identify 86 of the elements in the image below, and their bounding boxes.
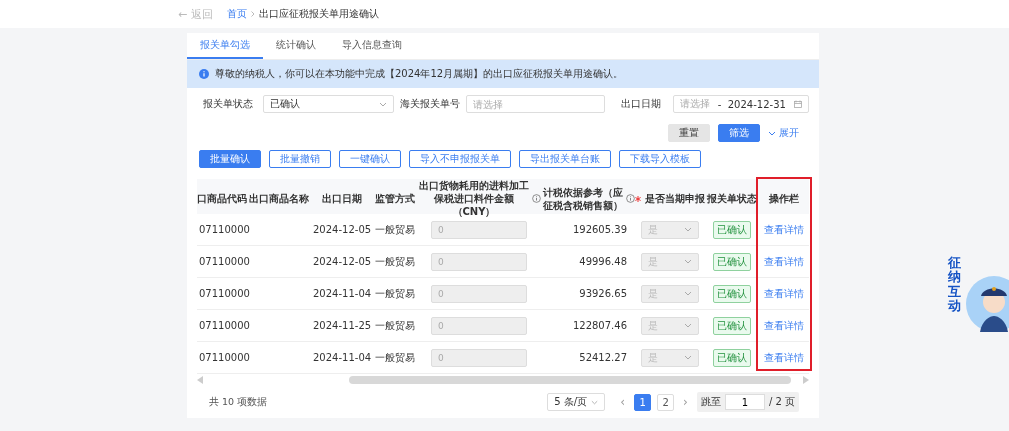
number-field[interactable]: 请选择 <box>465 95 605 113</box>
status-tag: 已确认 <box>713 252 751 271</box>
view-details-link[interactable]: 查看详情 <box>764 254 804 269</box>
table-cell-text: 一般贸易 <box>374 350 416 365</box>
column-header: 口商品代码 <box>197 192 247 205</box>
status-tag: 已确认 <box>713 316 751 335</box>
column-header: 操作栏 <box>769 192 799 205</box>
table-cell-text: 一般贸易 <box>374 254 416 269</box>
chevron-down-icon <box>768 130 776 136</box>
filter-button[interactable]: 筛选 <box>718 124 760 142</box>
column-header: 出口货物耗用的进料加工保税进口料件金额（CNY） <box>418 179 530 218</box>
chevron-down-icon <box>684 323 692 328</box>
table-cell-text: 一般贸易 <box>374 222 416 237</box>
info-icon <box>199 69 209 79</box>
view-details-link[interactable]: 查看详情 <box>764 350 804 365</box>
prev-page-button[interactable]: ‹ <box>617 395 629 409</box>
table-cell-text: 07110000 <box>198 320 249 331</box>
table-cell-text: 2024-11-25 <box>312 320 373 331</box>
next-page-button[interactable]: › <box>680 395 691 409</box>
action-button[interactable]: 批量确认 <box>199 150 261 168</box>
column-header: 出口日期 <box>322 192 362 205</box>
expand-link[interactable]: 展开 <box>768 126 799 140</box>
tab[interactable]: 统计确认 <box>263 33 329 59</box>
page-size-select[interactable]: 5 条/页 <box>547 393 606 411</box>
column-header: 监管方式 <box>375 192 415 205</box>
page-count: / 2 页 <box>768 395 795 409</box>
chevron-down-icon <box>684 355 692 360</box>
field-label: 海关报关单号 <box>399 97 460 111</box>
column-header: 出口商品名称 <box>249 192 309 205</box>
status-tag: 已确认 <box>713 284 751 303</box>
chevron-down-icon <box>684 259 692 264</box>
action-button[interactable]: 导出报关单台账 <box>519 150 611 168</box>
column-header: 报关单状态 <box>707 192 757 205</box>
page-jump-field[interactable]: 1 <box>724 394 765 410</box>
jump-label: 跳至 <box>700 395 721 409</box>
view-details-link[interactable]: 查看详情 <box>764 222 804 237</box>
chevron-down-icon <box>684 227 692 232</box>
breadcrumb-item[interactable]: 首页 <box>226 7 247 21</box>
table-cell-text: 一般贸易 <box>374 286 416 301</box>
action-button[interactable]: 下载导入模板 <box>619 150 701 168</box>
table-cell-text: 49996.48 <box>578 256 628 267</box>
assistant-label[interactable]: 征纳互动 <box>948 256 961 314</box>
table-cell-text: 07110000 <box>198 288 249 299</box>
action-button[interactable]: 批量撤销 <box>269 150 331 168</box>
info-icon <box>532 194 541 203</box>
table-cell-text: 07110000 <box>198 352 249 363</box>
status-tag: 已确认 <box>713 348 751 367</box>
status-tag: 已确认 <box>713 220 751 239</box>
breadcrumb-item: 出口应征税报关单用途确认 <box>258 7 379 21</box>
chevron-down-icon <box>591 399 599 405</box>
page-button[interactable]: 2 <box>657 393 675 411</box>
action-button[interactable]: 一键确认 <box>339 150 401 168</box>
table-cell-text: 2024-11-04 <box>312 288 373 299</box>
table-cell-text: 一般贸易 <box>374 318 416 333</box>
breadcrumb-separator-icon <box>250 11 255 17</box>
notice-text: 尊敬的纳税人，你可以在本功能中完成【2024年12月属期】的出口应征税报关单用途确认。 <box>215 67 624 81</box>
scrollbar-thumb[interactable] <box>349 376 791 384</box>
table-cell-text: 93926.65 <box>578 288 628 299</box>
chevron-down-icon <box>684 291 692 296</box>
date-range-field[interactable]: 请选择 - 2024-12-31 <box>672 95 809 113</box>
table-cell-text: 52412.27 <box>578 352 628 363</box>
table-cell-text: 07110000 <box>198 256 249 267</box>
table-cell-text: 2024-11-04 <box>312 352 373 363</box>
column-header: 计税依据参考（应征税含税销售额） <box>542 185 624 212</box>
table-cell-text: 122807.46 <box>571 320 628 331</box>
reset-button[interactable]: 重置 <box>668 124 710 142</box>
scroll-right-icon[interactable] <box>803 376 809 384</box>
status-select[interactable]: 已确认 <box>263 95 394 113</box>
info-icon <box>626 194 635 203</box>
view-details-link[interactable]: 查看详情 <box>764 318 804 333</box>
view-details-link[interactable]: 查看详情 <box>764 286 804 301</box>
table-cell-text: 2024-12-05 <box>312 256 373 267</box>
field-label: 报关单状态 <box>203 97 253 111</box>
tab[interactable]: 导入信息查询 <box>329 33 415 59</box>
field-label: 出口日期 <box>620 97 661 111</box>
action-button[interactable]: 导入不申报报关单 <box>409 150 511 168</box>
table-cell-text: 192605.39 <box>571 224 628 235</box>
page-button[interactable]: 1 <box>634 393 652 411</box>
total-count: 共 10 项数据 <box>209 395 269 409</box>
calendar-icon <box>794 100 802 108</box>
required-icon <box>635 195 641 202</box>
scroll-left-icon[interactable] <box>197 376 203 384</box>
table-cell-text: 07110000 <box>198 224 249 235</box>
column-header: 是否当期申报 <box>645 192 705 205</box>
table-cell-text: 2024-12-05 <box>312 224 373 235</box>
chevron-down-icon <box>378 101 387 107</box>
